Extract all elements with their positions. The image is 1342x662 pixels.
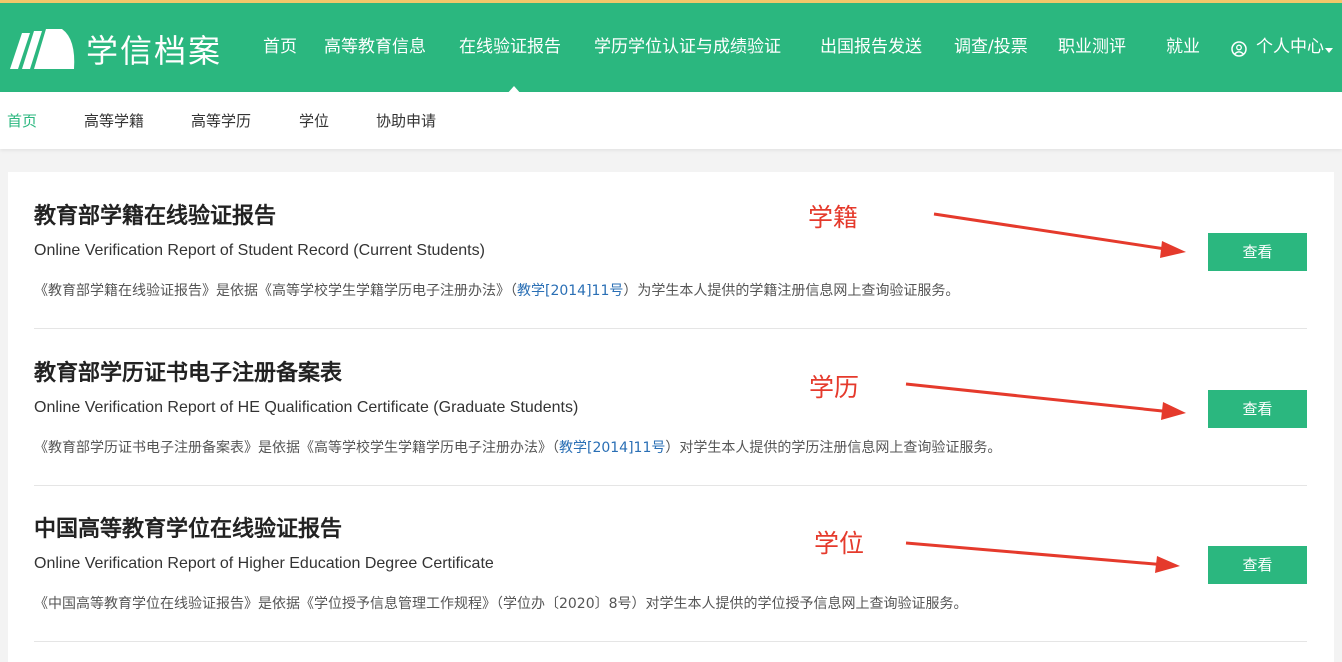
annotation-qualification: 学历 (809, 373, 860, 402)
nav-home[interactable]: 首页 (263, 35, 297, 59)
view-degree-button[interactable]: 查看 (1208, 546, 1307, 584)
subnav-degree[interactable]: 学位 (299, 110, 329, 132)
chevron-down-icon[interactable] (1325, 48, 1333, 53)
view-student-record-button[interactable]: 查看 (1208, 233, 1307, 271)
subnav-home[interactable]: 首页 (7, 110, 37, 132)
annotation-degree: 学位 (814, 529, 865, 558)
section-description: 《中国高等教育学位在线验证报告》是依据《学位授予信息管理工作规程》（学位办〔20… (34, 593, 968, 615)
logo-icon[interactable] (8, 25, 78, 71)
section-subtitle: Online Verification Report of Higher Edu… (34, 555, 494, 572)
subnav-assist-apply[interactable]: 协助申请 (376, 110, 436, 132)
section-degree: 中国高等教育学位在线验证报告 Online Verification Repor… (34, 485, 1307, 642)
nav-career-assessment[interactable]: 职业测评 (1058, 35, 1126, 59)
annotation-student-record: 学籍 (808, 203, 859, 232)
section-subtitle: Online Verification Report of HE Qualifi… (34, 399, 579, 416)
section-qualification: 教育部学历证书电子注册备案表 Online Verification Repor… (34, 329, 1307, 486)
nav-survey-vote[interactable]: 调查/投票 (954, 35, 1028, 59)
view-qualification-button[interactable]: 查看 (1208, 390, 1307, 428)
section-title: 教育部学籍在线验证报告 (34, 204, 277, 229)
nav-degree-certification[interactable]: 学历学位认证与成绩验证 (594, 35, 781, 59)
sub-navigation: 首页 高等学籍 高等学历 学位 协助申请 (0, 92, 1342, 149)
brand-title[interactable]: 学信档案 (86, 31, 222, 71)
policy-link[interactable]: 教学[2014]11号 (517, 283, 623, 299)
report-card: 教育部学籍在线验证报告 Online Verification Report o… (8, 172, 1334, 662)
section-title: 教育部学历证书电子注册备案表 (34, 361, 343, 386)
policy-link[interactable]: 教学[2014]11号 (559, 440, 665, 456)
nav-higher-education-info[interactable]: 高等教育信息 (324, 35, 426, 59)
section-title: 中国高等教育学位在线验证报告 (34, 517, 343, 542)
nav-employment[interactable]: 就业 (1166, 35, 1200, 59)
description-text: ）对学生本人提供的学历注册信息网上查询验证服务。 (665, 440, 1002, 456)
subnav-qualification[interactable]: 高等学历 (191, 110, 251, 132)
section-description: 《教育部学籍在线验证报告》是依据《高等学校学生学籍学历电子注册办法》（教学[20… (34, 280, 959, 302)
site-header: 学信档案 首页 高等教育信息 在线验证报告 学历学位认证与成绩验证 出国报告发送… (0, 3, 1342, 95)
section-description: 《教育部学历证书电子注册备案表》是依据《高等学校学生学籍学历电子注册办法》（教学… (34, 437, 1001, 459)
description-text: 《教育部学历证书电子注册备案表》是依据《高等学校学生学籍学历电子注册办法》（ (34, 440, 559, 456)
user-center-menu[interactable]: 个人中心 (1256, 35, 1324, 59)
description-text: ）为学生本人提供的学籍注册信息网上查询验证服务。 (623, 283, 960, 299)
description-text: 《教育部学籍在线验证报告》是依据《高等学校学生学籍学历电子注册办法》（ (34, 283, 517, 299)
user-icon (1231, 41, 1247, 57)
subnav-student-record[interactable]: 高等学籍 (84, 110, 144, 132)
nav-online-verification-report[interactable]: 在线验证报告 (459, 35, 561, 59)
section-subtitle: Online Verification Report of Student Re… (34, 242, 485, 259)
description-text: 《中国高等教育学位在线验证报告》是依据《学位授予信息管理工作规程》（学位办〔20… (34, 596, 968, 612)
section-student-record: 教育部学籍在线验证报告 Online Verification Report o… (34, 172, 1307, 329)
nav-overseas-report[interactable]: 出国报告发送 (820, 35, 922, 59)
